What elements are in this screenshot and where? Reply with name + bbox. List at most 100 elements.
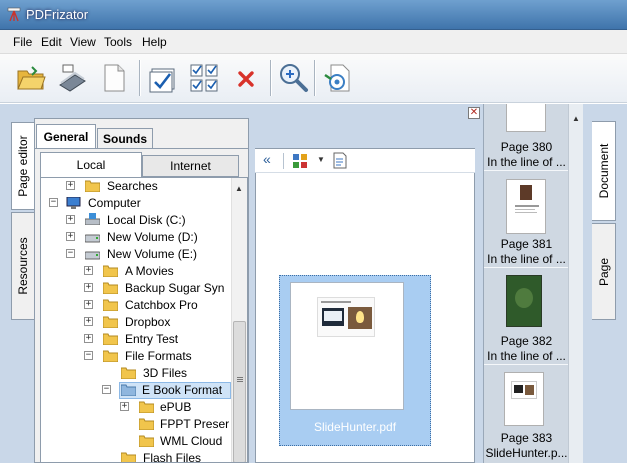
tree-item-dropbox[interactable]: + Dropbox (41, 314, 231, 331)
page-thumbnail-383[interactable] (504, 372, 544, 426)
folder-open-icon (121, 384, 136, 396)
expand-icon[interactable]: + (120, 402, 129, 411)
page-separator (484, 364, 568, 365)
select-page-icon[interactable] (146, 61, 180, 95)
page-thumbnail-381[interactable] (506, 179, 546, 234)
folder-open-icon (103, 350, 118, 362)
title-bar: PDFrizator (0, 0, 627, 30)
menu-tools[interactable]: Tools (104, 35, 132, 49)
folder-icon (139, 401, 154, 413)
collapse-icon[interactable]: − (102, 385, 111, 394)
page-properties-icon[interactable] (333, 152, 347, 169)
tree-item-label: E Book Format (142, 383, 223, 397)
collapse-panel-button[interactable]: « (263, 151, 271, 167)
tree-item-label: Dropbox (125, 315, 171, 329)
tab-document[interactable]: Document (592, 121, 616, 221)
file-thumbnail (290, 282, 404, 410)
toolbar-separator (139, 60, 140, 96)
view-thumbnails-icon[interactable] (293, 154, 309, 168)
tab-divider (35, 148, 248, 149)
tab-general-label: General (43, 130, 89, 144)
open-folder-icon[interactable] (14, 61, 48, 95)
expand-icon[interactable]: + (84, 334, 93, 343)
tree-item-label: Flash Files (143, 451, 202, 463)
tab-local[interactable]: Local (40, 152, 142, 177)
tree-item-e-book-format[interactable]: − E Book Format (41, 382, 231, 399)
tree-item-backup-sugar-sync[interactable]: + Backup Sugar Syn (41, 280, 231, 297)
tab-internet[interactable]: Internet (142, 155, 239, 177)
tree-item-label: File Formats (125, 349, 192, 363)
folder-icon (139, 418, 154, 430)
app-icon (7, 7, 21, 22)
page-thumbnail-380[interactable] (506, 104, 546, 132)
folder-icon (121, 367, 136, 379)
tree-item-label: WML Cloud (160, 434, 223, 448)
tab-internet-label: Internet (170, 159, 211, 173)
file-item-selected[interactable]: SlideHunter.pdf (279, 275, 431, 446)
drive-icon (85, 213, 100, 225)
tree-item-file-formats[interactable]: − File Formats (41, 348, 231, 365)
pages-panel: ▲ Page 380 In the line of ... Page 381 I… (483, 104, 583, 463)
tab-resources-label: Resources (16, 237, 30, 295)
tree-item-epub[interactable]: + ePUB (41, 399, 231, 416)
folder-icon (103, 282, 118, 294)
scanner-icon[interactable] (55, 61, 89, 95)
menu-view[interactable]: View (70, 35, 96, 49)
collapse-icon[interactable]: − (49, 198, 58, 207)
tree-item-label: Backup Sugar Syn (125, 281, 225, 295)
tab-general[interactable]: General (36, 124, 96, 149)
tab-page[interactable]: Page (592, 223, 616, 320)
expand-icon[interactable]: + (84, 300, 93, 309)
expand-icon[interactable]: + (66, 215, 75, 224)
page-thumbnail-382[interactable] (506, 275, 542, 327)
tree-item-label: FPPT Preser (160, 417, 230, 431)
tree-item-searches[interactable]: + Searches (41, 178, 231, 195)
tab-sounds[interactable]: Sounds (97, 128, 153, 149)
tree-item-computer[interactable]: − Computer (41, 195, 231, 212)
panel-close-button[interactable]: ✕ (468, 107, 480, 119)
collapse-icon[interactable]: − (66, 249, 75, 258)
expand-icon[interactable]: + (66, 181, 75, 190)
tree-item-a-movies[interactable]: + A Movies (41, 263, 231, 280)
tree-scrollbar[interactable]: ▲ (231, 178, 247, 462)
tree-item-label: Local Disk (C:) (107, 213, 186, 227)
menu-file[interactable]: File (13, 35, 32, 49)
expand-icon[interactable]: + (84, 266, 93, 275)
page-label-381: Page 381 (500, 237, 553, 251)
tree-item-flash-files[interactable]: Flash Files (41, 450, 231, 463)
tree-item-wml-cloud[interactable]: WML Cloud (41, 433, 231, 450)
scroll-thumb[interactable] (233, 321, 246, 462)
select-all-icon[interactable] (187, 61, 221, 95)
scroll-up-icon[interactable]: ▲ (235, 184, 243, 193)
page-label-382: Page 382 (500, 334, 553, 348)
tree-item-label: New Volume (E:) (107, 247, 198, 261)
tree-item-catchbox-pro[interactable]: + Catchbox Pro (41, 297, 231, 314)
tab-resources[interactable]: Resources (11, 212, 34, 320)
pages-scrollbar[interactable]: ▲ (568, 104, 583, 463)
page-separator (484, 267, 568, 268)
folder-icon (121, 452, 136, 462)
expand-icon[interactable]: + (66, 232, 75, 241)
tree-item-local-disk-c[interactable]: + Local Disk (C:) (41, 212, 231, 229)
zoom-icon[interactable] (276, 61, 310, 95)
blank-page-icon[interactable] (97, 61, 131, 95)
chevron-down-icon[interactable]: ▼ (317, 155, 325, 164)
tree-item-entry-test[interactable]: + Entry Test (41, 331, 231, 348)
menu-help[interactable]: Help (142, 35, 167, 49)
tree-item-new-volume-e[interactable]: − New Volume (E:) (41, 246, 231, 263)
tree-item-fppt-presentations[interactable]: FPPT Preser (41, 416, 231, 433)
tab-sounds-label: Sounds (103, 132, 147, 146)
collapse-icon[interactable]: − (84, 351, 93, 360)
scroll-up-icon[interactable]: ▲ (572, 114, 580, 123)
tree-item-3d-files[interactable]: 3D Files (41, 365, 231, 382)
delete-icon[interactable] (229, 61, 263, 95)
menu-edit[interactable]: Edit (41, 35, 62, 49)
tree-item-new-volume-d[interactable]: + New Volume (D:) (41, 229, 231, 246)
tree-item-label: Entry Test (125, 332, 179, 346)
tab-page-editor[interactable]: Page editor (11, 122, 34, 210)
tree-item-label: 3D Files (143, 366, 188, 380)
expand-icon[interactable]: + (84, 283, 93, 292)
tree-item-label: ePUB (160, 400, 192, 414)
expand-icon[interactable]: + (84, 317, 93, 326)
settings-icon[interactable] (321, 61, 355, 95)
